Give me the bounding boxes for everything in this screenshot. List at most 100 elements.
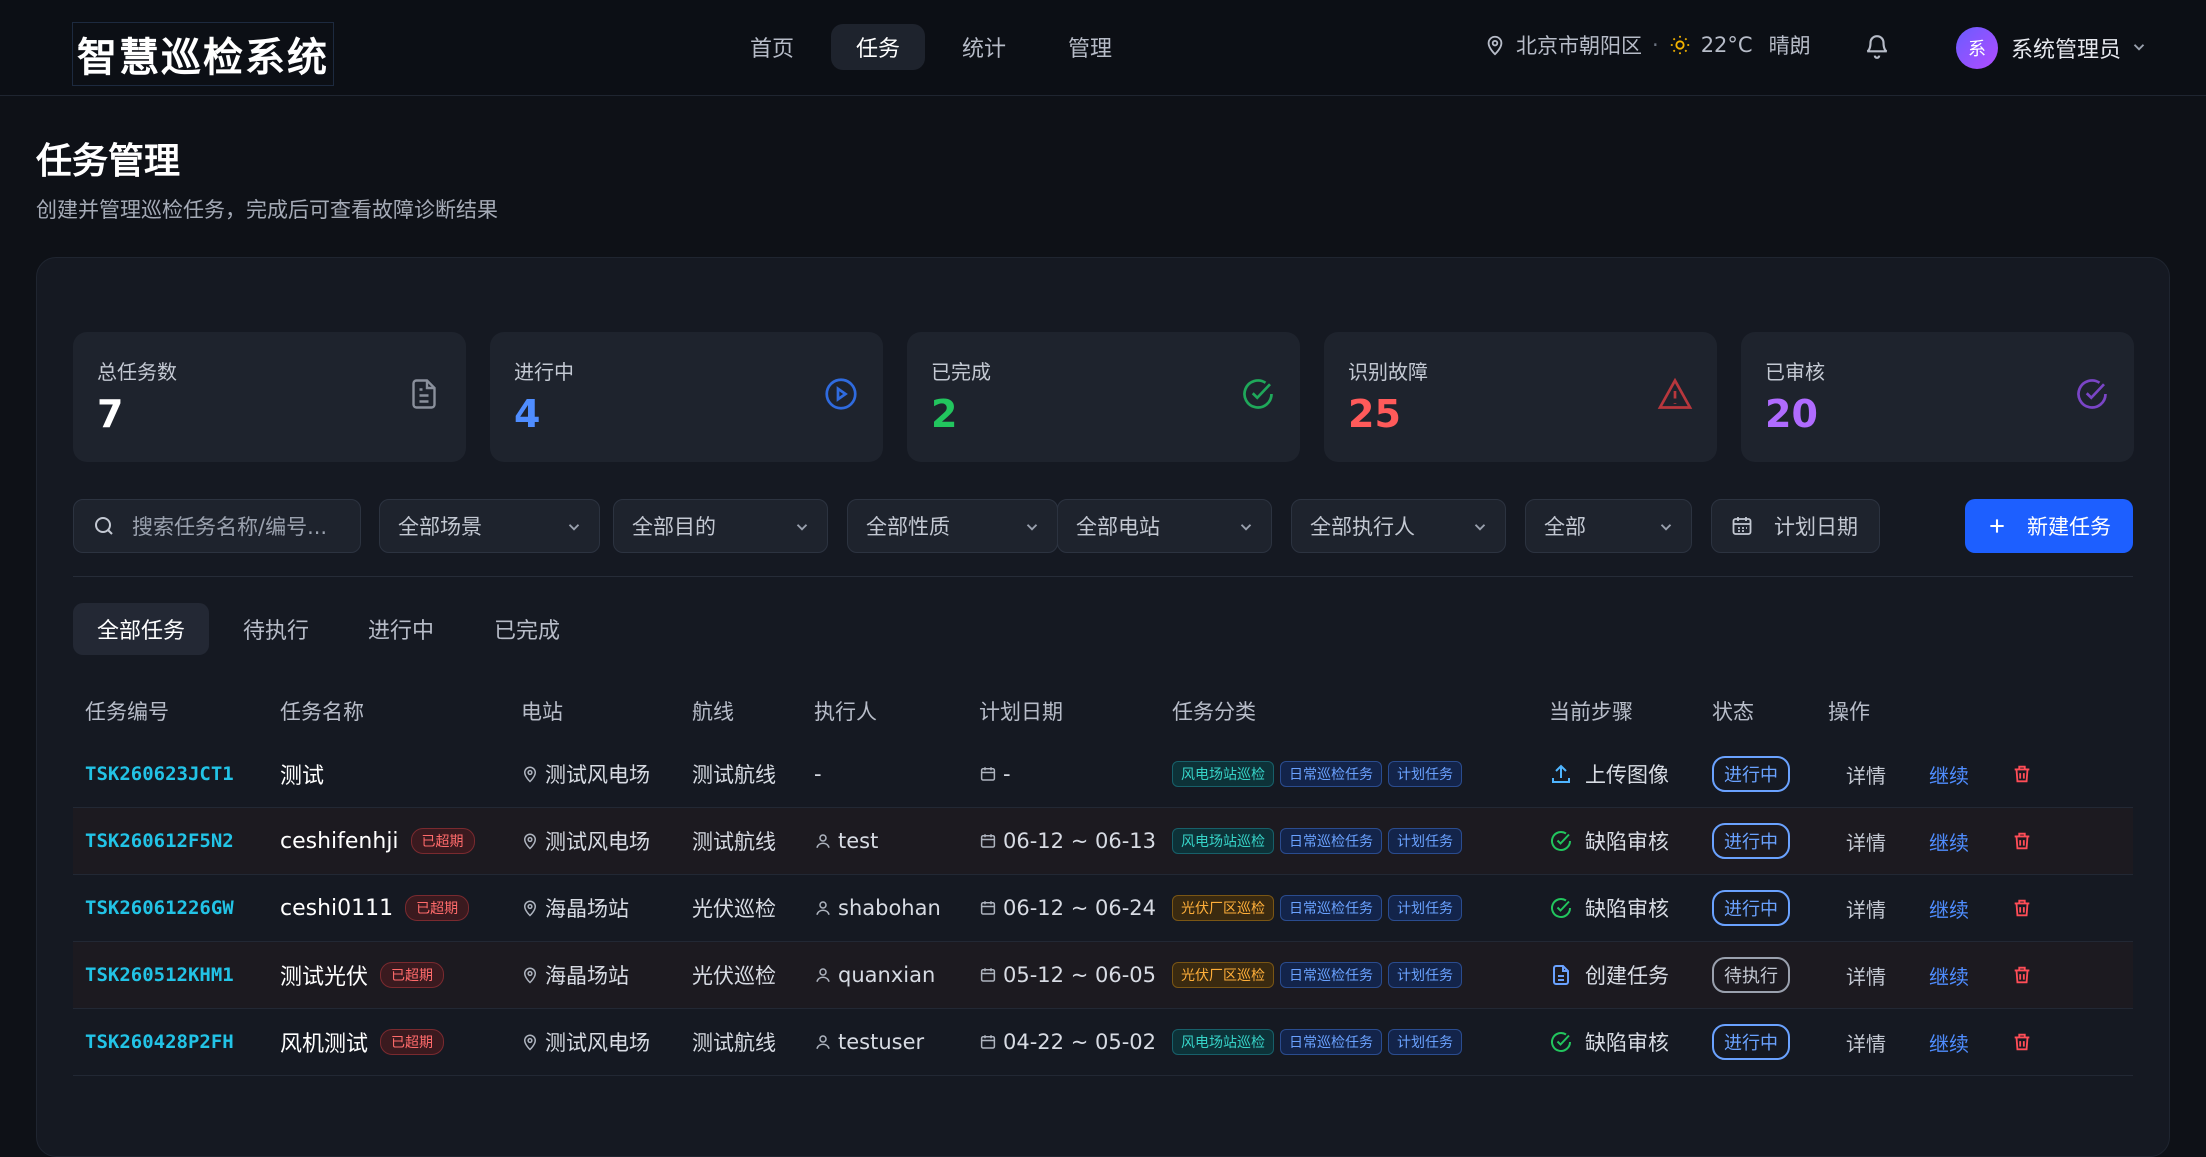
divider xyxy=(73,576,2133,577)
app-logo[interactable]: 智慧巡检系统 xyxy=(72,22,334,86)
category-tag: 风电场站巡检 xyxy=(1172,828,1274,854)
location-pin-icon xyxy=(523,1034,537,1051)
bell-icon[interactable] xyxy=(1864,34,1890,60)
continue-link[interactable]: 继续 xyxy=(1929,1009,1969,1075)
table-row[interactable]: TSK260612F5N2 ceshifenhji 已超期 测试风电场 测试航线… xyxy=(73,808,2133,875)
chevron-down-icon xyxy=(1240,524,1252,531)
tab-all-tasks[interactable]: 全部任务 xyxy=(73,603,210,655)
station-name: 测试风电场 xyxy=(545,1031,650,1055)
category-tag: 光伏厂区巡检 xyxy=(1172,895,1274,921)
tab-pending[interactable]: 待执行 xyxy=(219,603,333,655)
task-code[interactable]: TSK260428P2FH xyxy=(85,1009,234,1075)
trash-icon[interactable] xyxy=(2011,897,2033,919)
user-icon xyxy=(816,1035,830,1049)
detail-link[interactable]: 详情 xyxy=(1846,1009,1886,1075)
continue-link[interactable]: 继续 xyxy=(1929,741,1969,807)
task-code[interactable]: TSK260512KHM1 xyxy=(85,942,234,1008)
trash-icon[interactable] xyxy=(2011,1031,2033,1053)
document-icon xyxy=(412,379,436,409)
table-row[interactable]: TSK260512KHM1 测试光伏 已超期 海晶场站 光伏巡检 quanxia… xyxy=(73,942,2133,1009)
category-tag: 风电场站巡检 xyxy=(1172,761,1274,787)
calendar-icon xyxy=(980,834,996,848)
route-name: 光伏巡检 xyxy=(692,897,776,921)
table-row[interactable]: TSK26061226GW ceshi0111 已超期 海晶场站 光伏巡检 sh… xyxy=(73,875,2133,942)
tab-in-progress[interactable]: 进行中 xyxy=(344,603,458,655)
category-tag: 光伏厂区巡检 xyxy=(1172,962,1274,988)
trash-icon[interactable] xyxy=(2011,763,2033,785)
top-nav-bar: 智慧巡检系统 首页 任务 统计 管理 北京市朝阳区 · 22°C 晴朗 系 系统… xyxy=(0,0,2206,96)
purpose-select[interactable]: 全部目的 xyxy=(613,499,828,553)
detail-link[interactable]: 详情 xyxy=(1846,741,1886,807)
category-tags: 光伏厂区巡检 日常巡检任务 计划任务 xyxy=(1172,942,1468,1008)
chevron-down-icon xyxy=(1660,524,1672,531)
nav-item-home[interactable]: 首页 xyxy=(725,24,819,70)
avatar[interactable]: 系 xyxy=(1956,27,1998,69)
calendar-icon xyxy=(980,968,996,982)
date-picker[interactable]: 计划日期 xyxy=(1711,499,1880,553)
category-tag: 计划任务 xyxy=(1388,1029,1462,1055)
station-name: 测试风电场 xyxy=(545,763,650,787)
station-select[interactable]: 全部电站 xyxy=(1057,499,1272,553)
nav-item-statistics[interactable]: 统计 xyxy=(937,24,1031,70)
task-code[interactable]: TSK260623JCT1 xyxy=(85,741,234,807)
detail-link[interactable]: 详情 xyxy=(1846,808,1886,874)
new-task-button[interactable]: 新建任务 xyxy=(1965,499,2133,553)
purpose-select-value: 全部目的 xyxy=(632,515,716,539)
overdue-badge: 已超期 xyxy=(410,828,475,854)
calendar-icon xyxy=(980,767,996,781)
play-circle-icon xyxy=(825,378,857,410)
table-row[interactable]: TSK260623JCT1 测试 测试风电场 测试航线 - - 风电场站巡检 日常… xyxy=(73,741,2133,808)
new-task-label: 新建任务 xyxy=(2027,515,2111,539)
table-row[interactable]: TSK260428P2FH 风机测试 已超期 测试风电场 测试航线 testus… xyxy=(73,1009,2133,1076)
location-pin-icon xyxy=(523,900,537,917)
check-circle-icon xyxy=(1551,898,1571,918)
nature-select[interactable]: 全部性质 xyxy=(847,499,1058,553)
stat-label: 总任务数 xyxy=(97,360,177,384)
continue-link[interactable]: 继续 xyxy=(1929,875,1969,941)
stat-card-completed: 已完成 2 xyxy=(907,332,1300,462)
weather-condition: 晴朗 xyxy=(1768,34,1811,58)
trash-icon[interactable] xyxy=(2011,964,2033,986)
stat-card-reviewed: 已审核 20 xyxy=(1741,332,2134,462)
category-tag: 计划任务 xyxy=(1388,761,1462,787)
overdue-badge: 已超期 xyxy=(405,895,470,921)
route-name: 测试航线 xyxy=(692,1031,776,1055)
stat-card-in-progress: 进行中 4 xyxy=(490,332,883,462)
user-icon xyxy=(816,834,830,848)
column-header-step: 当前步骤 xyxy=(1549,700,1633,724)
date-picker-label: 计划日期 xyxy=(1774,515,1858,539)
chevron-down-icon[interactable] xyxy=(2130,38,2148,56)
category-tag: 计划任务 xyxy=(1388,962,1462,988)
page-subtitle: 创建并管理巡检任务，完成后可查看故障诊断结果 xyxy=(36,198,498,222)
search-input[interactable]: 搜索任务名称/编号... xyxy=(73,499,361,553)
continue-link[interactable]: 继续 xyxy=(1929,808,1969,874)
column-header-executor: 执行人 xyxy=(814,700,877,724)
detail-link[interactable]: 详情 xyxy=(1846,942,1886,1008)
executor-name: test xyxy=(838,829,879,853)
status-select[interactable]: 全部 xyxy=(1525,499,1692,553)
chevron-down-icon xyxy=(1026,524,1038,531)
detail-link[interactable]: 详情 xyxy=(1846,875,1886,941)
user-name[interactable]: 系统管理员 xyxy=(2011,32,2121,64)
task-code[interactable]: TSK260612F5N2 xyxy=(85,808,234,874)
nav-item-manage[interactable]: 管理 xyxy=(1043,24,1137,70)
task-name: ceshifenhji xyxy=(280,828,399,854)
location-pin-icon xyxy=(523,766,537,783)
column-header-status: 状态 xyxy=(1712,700,1754,724)
nav-item-tasks[interactable]: 任务 xyxy=(831,24,926,70)
tab-completed[interactable]: 已完成 xyxy=(470,603,584,655)
continue-link[interactable]: 继续 xyxy=(1929,942,1969,1008)
current-step: 创建任务 xyxy=(1585,964,1669,988)
column-header-date: 计划日期 xyxy=(979,700,1063,724)
scene-select[interactable]: 全部场景 xyxy=(379,499,600,553)
trash-icon[interactable] xyxy=(2011,830,2033,852)
category-tag: 计划任务 xyxy=(1388,895,1462,921)
status-badge: 待执行 xyxy=(1712,957,1790,993)
station-name: 海晶场站 xyxy=(545,964,629,988)
stat-label: 已完成 xyxy=(931,360,991,384)
station-name: 海晶场站 xyxy=(545,897,629,921)
task-code[interactable]: TSK26061226GW xyxy=(85,875,234,941)
page-title: 任务管理 xyxy=(36,141,181,182)
calendar-icon xyxy=(980,1035,996,1049)
executor-select[interactable]: 全部执行人 xyxy=(1291,499,1506,553)
